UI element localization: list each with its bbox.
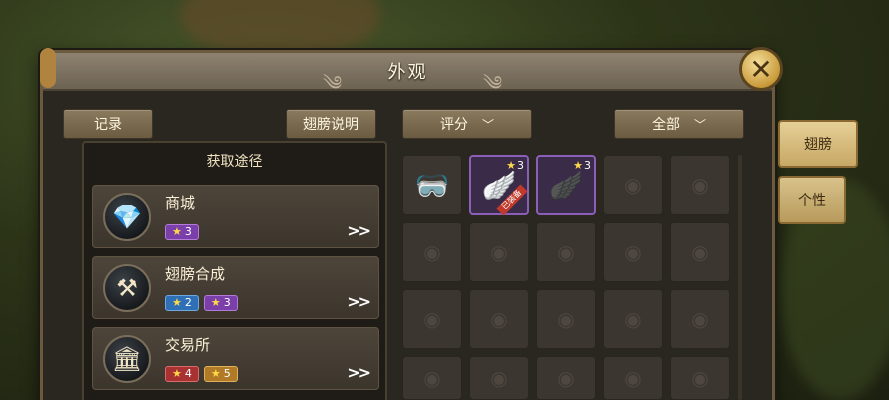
go-arrow-icon[interactable]: >> [347,292,371,311]
empty-slot-icon: ◉ [423,307,441,331]
chevron-down-icon: ﹀ [693,117,706,132]
star-icon: ★ [210,296,221,309]
empty-slot-icon: ◉ [624,240,642,264]
star-icon: ★ [172,225,182,238]
filter-dropdown[interactable]: 全部 ﹀ [614,109,744,139]
empty-slot-icon: ◉ [490,240,508,264]
diamond-icon: 💎 [103,193,151,241]
trading-post-icon: 🏛 [103,335,151,383]
rarity-badge: ★ 3 [203,295,238,311]
grid-cell-equipped[interactable]: 🪽 ★ 3 已装备 [469,155,529,216]
rarity-badge: ★ 4 [165,366,199,382]
record-button[interactable]: 记录 [63,109,153,139]
tab-personality[interactable]: 个性 [778,176,846,224]
grid-cell-empty[interactable]: ◉ [469,289,529,349]
acquisition-item-name: 翅膀合成 [165,265,226,283]
rarity-badges: ★ 2 ★ 3 [165,295,238,311]
rarity-badges: ★ 3 [165,224,199,240]
vine-ornament [40,48,56,88]
rarity-badge: ★ 2 [165,295,199,311]
grid-cell-empty[interactable]: ◉ [536,222,596,282]
empty-slot-icon: ◉ [557,240,575,264]
black-wing-icon: 🪽 [548,168,584,202]
empty-slot-icon: ◉ [624,173,642,197]
star-icon: ★ [506,159,516,172]
grid-cell-empty[interactable]: ◉ [536,356,596,400]
window-titlebar: ༄ 外观 ༄ [43,53,772,95]
wing-description-label: 翅膀说明 [303,117,359,133]
grid-cell-empty[interactable]: ◉ [603,356,663,400]
grid-cell[interactable]: 🥽 [402,155,462,215]
rarity-badge: ★ 3 [165,224,199,240]
grid-cell-empty[interactable]: ◉ [670,356,730,400]
window-title: 外观 [387,62,428,83]
empty-slot-icon: ◉ [490,307,508,331]
grid-cell-empty[interactable]: ◉ [670,155,730,215]
go-arrow-icon[interactable]: >> [347,221,371,240]
grid-cell-empty[interactable]: ◉ [469,356,529,400]
rarity-badges: ★ 4 ★ 5 [165,366,238,382]
rarity-badge: ★ 5 [203,366,238,382]
empty-slot-icon: ◉ [691,173,709,197]
empty-slot-icon: ◉ [691,240,709,264]
record-button-label: 记录 [94,117,122,133]
tab-wings-label: 翅膀 [804,137,832,153]
star-icon: ★ [210,367,221,380]
chevron-down-icon: ﹀ [481,117,494,132]
grid-cell-empty[interactable]: ◉ [603,289,663,349]
empty-slot-icon: ◉ [490,366,508,390]
grid-scrollbar[interactable] [738,155,742,400]
grid-cell[interactable]: 🪽 ★ 3 [536,155,596,215]
grid-cell-empty[interactable]: ◉ [603,222,663,282]
grid-cell-empty[interactable]: ◉ [469,222,529,282]
empty-slot-icon: ◉ [423,366,441,390]
grid-cell-empty[interactable]: ◉ [603,155,663,215]
acquisition-item-name: 交易所 [165,336,211,354]
anvil-icon: ⚒ [103,264,151,312]
go-arrow-icon[interactable]: >> [347,363,371,382]
empty-slot-icon: ◉ [691,366,709,390]
grid-cell-empty[interactable]: ◉ [402,356,462,400]
wing-description-button[interactable]: 翅膀说明 [286,109,376,139]
filter-dropdown-label: 全部 [651,117,680,133]
acquisition-panel: 获取途径 💎 商城 ★ 3 >> ⚒ 翅膀合成 ★ 2 ★ 3 >> 🏛 交易所 ★ 4… [82,141,387,400]
acquisition-item-shop[interactable]: 💎 商城 ★ 3 >> [92,185,379,248]
acquisition-item-wing-synthesis[interactable]: ⚒ 翅膀合成 ★ 2 ★ 3 >> [92,256,379,319]
star-icon: ★ [573,159,583,172]
acquisition-item-name: 商城 [165,194,196,212]
star-rating: ★ 3 [573,159,591,172]
silver-goggle-wing-icon: 🥽 [414,168,450,202]
star-icon: ★ [172,367,182,380]
grid-cell-empty[interactable]: ◉ [670,289,730,349]
sort-dropdown-label: 评分 [439,117,468,133]
star-icon: ★ [172,296,182,309]
grid-cell-empty[interactable]: ◉ [536,289,596,349]
grid-cell-empty[interactable]: ◉ [670,222,730,282]
empty-slot-icon: ◉ [624,307,642,331]
star-rating: ★ 3 [506,159,524,172]
empty-slot-icon: ◉ [557,307,575,331]
sort-dropdown[interactable]: 评分 ﹀ [402,109,532,139]
close-icon: ✕ [749,52,773,86]
empty-slot-icon: ◉ [423,240,441,264]
grid-cell-empty[interactable]: ◉ [402,222,462,282]
tab-wings[interactable]: 翅膀 [778,120,858,168]
grid-cell-empty[interactable]: ◉ [402,289,462,349]
empty-slot-icon: ◉ [691,307,709,331]
acquisition-header: 获取途径 [206,154,263,170]
acquisition-item-exchange[interactable]: 🏛 交易所 ★ 4 ★ 5 >> [92,327,379,390]
empty-slot-icon: ◉ [624,366,642,390]
empty-slot-icon: ◉ [557,366,575,390]
tab-personality-label: 个性 [798,193,826,209]
close-button[interactable]: ✕ [739,47,783,91]
